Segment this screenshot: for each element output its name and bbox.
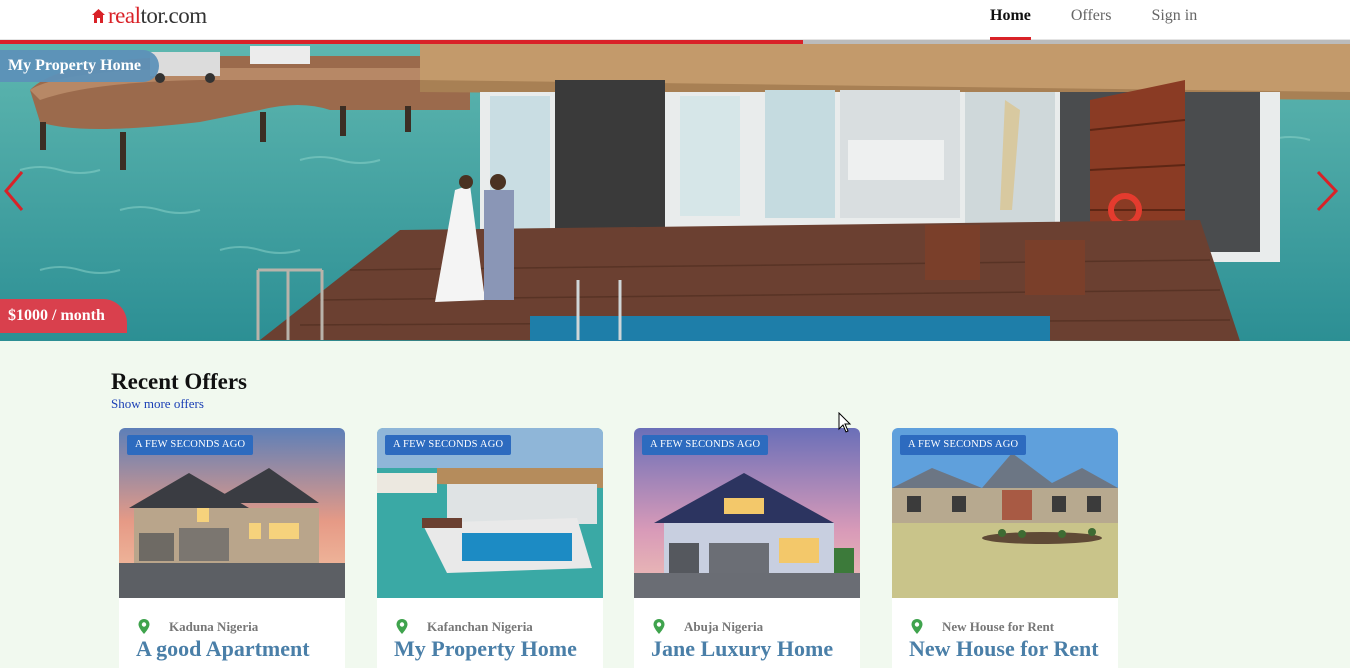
mouse-cursor-icon — [838, 412, 852, 433]
offer-card[interactable]: A FEW SECONDS AGO Kaduna Nigeria A good … — [119, 428, 345, 668]
nav-sign-in[interactable]: Sign in — [1151, 0, 1197, 40]
card-location: Kaduna Nigeria — [137, 618, 258, 635]
map-pin-icon — [396, 619, 408, 634]
nav-offers[interactable]: Offers — [1071, 0, 1112, 40]
house-logo-icon — [92, 9, 105, 23]
card-location: Abuja Nigeria — [652, 618, 763, 635]
card-title[interactable]: Jane Luxury Home — [651, 636, 833, 662]
time-badge: A FEW SECONDS AGO — [900, 435, 1027, 455]
card-title[interactable]: New House for Rent — [909, 636, 1099, 662]
logo-text: realtor.com — [108, 3, 207, 28]
map-pin-icon — [653, 619, 665, 634]
hero-property-tag[interactable]: My Property Home — [0, 50, 159, 82]
offer-card[interactable]: A FEW SECONDS AGO Kafanchan Nigeria My P… — [377, 428, 603, 668]
chevron-right-icon[interactable] — [1312, 168, 1342, 214]
location-text: Kaduna Nigeria — [169, 618, 259, 634]
card-title[interactable]: My Property Home — [394, 636, 577, 662]
card-location: New House for Rent — [910, 618, 1054, 635]
top-navbar: realtor.com Home Offers Sign in — [0, 0, 1350, 40]
offer-card[interactable]: A FEW SECONDS AGO Abuja Nigeria Jane Lux… — [634, 428, 860, 668]
map-pin-icon — [911, 619, 923, 634]
nav-home[interactable]: Home — [990, 0, 1031, 40]
offer-card[interactable]: A FEW SECONDS AGO New House for Rent New… — [892, 428, 1118, 668]
carousel-progress-bar — [0, 40, 804, 44]
map-pin-icon — [138, 619, 150, 634]
location-text: New House for Rent — [942, 618, 1055, 634]
hero-image-water-villa — [0, 40, 1350, 341]
recent-offers-heading: Recent Offers — [111, 369, 248, 394]
time-badge: A FEW SECONDS AGO — [385, 435, 512, 455]
hero-carousel[interactable]: My Property Home $1000 / month — [0, 40, 1350, 341]
show-more-offers-link[interactable]: Show more offers — [111, 396, 204, 412]
time-badge: A FEW SECONDS AGO — [642, 435, 769, 455]
card-location: Kafanchan Nigeria — [395, 618, 533, 635]
location-text: Abuja Nigeria — [684, 618, 764, 634]
chevron-left-icon[interactable] — [0, 168, 30, 214]
main-nav: Home Offers Sign in — [990, 0, 1237, 40]
hero-price-badge: $1000 / month — [0, 299, 127, 333]
time-badge: A FEW SECONDS AGO — [127, 435, 254, 455]
realtor-logo[interactable]: realtor.com — [91, 4, 207, 28]
location-text: Kafanchan Nigeria — [427, 618, 533, 634]
card-title[interactable]: A good Apartment — [136, 636, 310, 662]
